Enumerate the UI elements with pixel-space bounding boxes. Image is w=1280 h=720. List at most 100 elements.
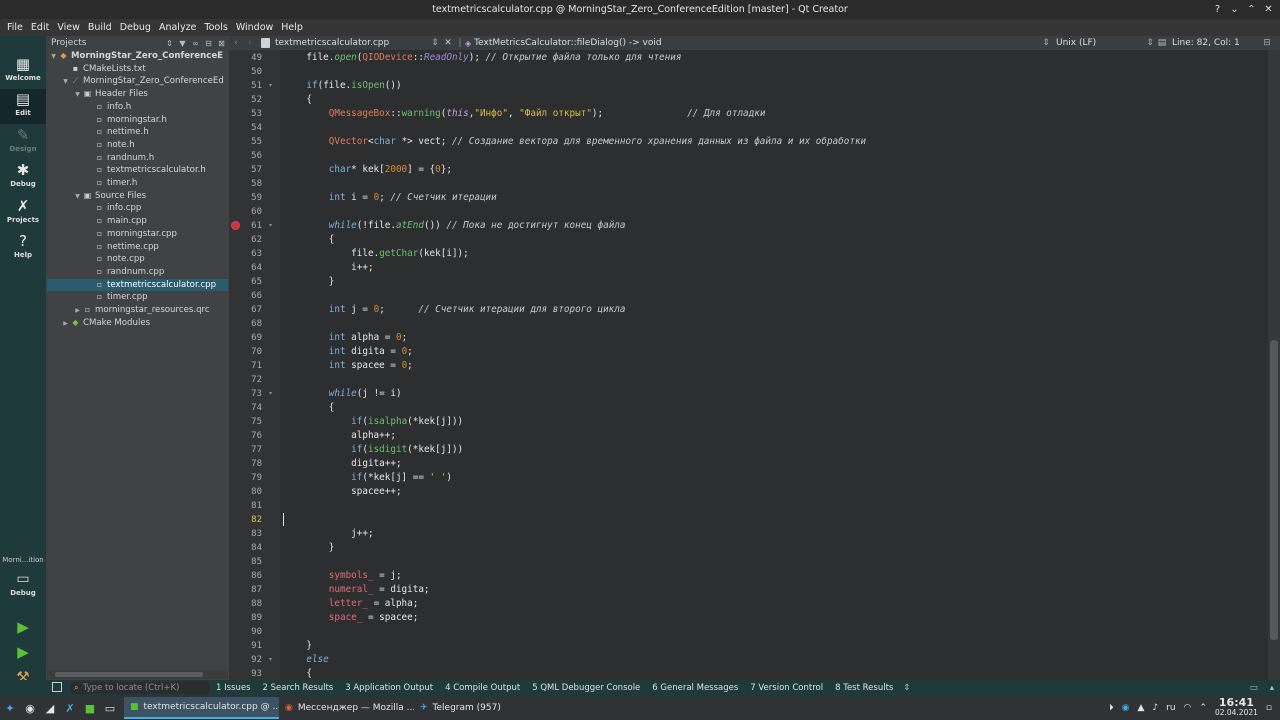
tree-item[interactable]: ▼ ⟋ MorningStar_Zero_ConferenceEd (47, 75, 228, 88)
close-icon[interactable]: ✕ (1262, 0, 1275, 19)
tree-item[interactable]: ▶ ▫ morningstar_resources.qrc (47, 304, 228, 317)
mode-welcome[interactable]: ▦ Welcome (0, 54, 46, 89)
cursor-position[interactable]: Line: 82, Col: 1 (1168, 38, 1261, 48)
chevron-updown-icon[interactable]: ⇕ (1144, 38, 1156, 48)
menu-build[interactable]: Build (84, 22, 116, 33)
bookmark-icon[interactable]: ▤ (1156, 38, 1168, 48)
output-pane-button[interactable]: 1 Issues (210, 683, 257, 693)
output-pane-button[interactable]: 8 Test Results (829, 683, 899, 693)
tree-item[interactable]: ▫ timer.cpp (47, 291, 228, 304)
output-pane-button[interactable]: 2 Search Results (257, 683, 340, 693)
output-pane-button[interactable]: 4 Compile Output (439, 683, 526, 693)
tree-item[interactable]: ▫ randnum.cpp (47, 266, 228, 279)
help-icon[interactable]: ? (1211, 0, 1224, 19)
tree-item[interactable]: ▫ textmetricscalculator.cpp (47, 278, 228, 292)
menu-edit[interactable]: Edit (27, 22, 53, 33)
tree-item[interactable]: ▶ ◆ CMake Modules (47, 317, 228, 330)
fold-marker-icon[interactable]: ▾ (269, 653, 272, 667)
tree-item[interactable]: ▼ ▣ Source Files (47, 190, 228, 203)
filter-icon[interactable]: ▼ (176, 39, 189, 48)
tree-item[interactable]: ▫ randnum.h (47, 152, 228, 165)
taskbar-task[interactable]: ◉ Мессенджер — Mozilla ... (279, 697, 414, 719)
mode-design[interactable]: ✎ Design (0, 125, 46, 160)
tree-item[interactable]: ▫ morningstar.cpp (47, 228, 228, 241)
jetbrains-icon[interactable]: ◢ (40, 702, 60, 715)
tree-item[interactable]: ▫ note.cpp (47, 253, 228, 266)
progress-details-icon[interactable]: ▭ (1250, 683, 1258, 693)
line-number-gutter[interactable]: 49 50 51 ▾ 52 53 54 55 56 57 58 59 60 61 ▾ 62 63 64 65 66 67… (229, 50, 280, 680)
tree-item[interactable]: ▫ main.cpp (47, 215, 228, 228)
open-documents-selector[interactable]: textmetricscalculator.cpp (257, 38, 429, 48)
expand-arrow-icon[interactable]: ▼ (49, 51, 58, 63)
menu-view[interactable]: View (53, 22, 84, 33)
clock[interactable]: 16:41 02.04.2021 (1215, 697, 1258, 718)
media-icon[interactable]: ⏵ (1109, 703, 1114, 713)
tree-item[interactable]: ▫ nettime.cpp (47, 241, 228, 254)
expand-arrow-icon[interactable]: ▶ (61, 318, 70, 330)
qtcreator-icon[interactable]: ■ (80, 702, 100, 715)
menu-help[interactable]: Help (277, 22, 307, 33)
locator-input[interactable]: ⌕ Type to locate (Ctrl+K) (70, 682, 210, 694)
mode-debug[interactable]: ✱ Debug (0, 160, 46, 195)
editor-vertical-scrollbar[interactable] (1268, 50, 1280, 680)
mode-help[interactable]: ? Help (0, 231, 46, 266)
notifications-icon[interactable]: ▲ (1137, 703, 1144, 713)
chevron-updown-icon[interactable]: ⇕ (903, 683, 910, 693)
breakpoint-icon[interactable] (231, 221, 240, 230)
tray-expand-icon[interactable]: ⌃ (1199, 703, 1207, 713)
tree-item[interactable]: ▫ nettime.h (47, 126, 228, 139)
tree-item[interactable]: ▼ ◆ MorningStar_Zero_ConferenceE (47, 50, 228, 63)
tree-item[interactable]: ▫ note.h (47, 139, 228, 152)
run-icon[interactable]: ▶ (14, 618, 32, 636)
chevron-updown-icon[interactable]: ⇕ (429, 38, 441, 48)
fold-marker-icon[interactable]: ▾ (269, 387, 272, 401)
forward-arrow-icon[interactable]: › (243, 38, 257, 48)
output-pane-button[interactable]: 7 Version Control (744, 683, 829, 693)
show-desktop-icon[interactable]: ▫ (1266, 703, 1272, 713)
tree-item[interactable]: ▫ textmetricscalculator.h (47, 164, 228, 177)
tree-item[interactable]: ▫ info.h (47, 101, 228, 114)
expand-arrow-icon[interactable]: ▼ (61, 76, 70, 88)
fold-marker-icon[interactable]: ▾ (269, 219, 272, 233)
projects-view-selector[interactable]: Projects (51, 38, 163, 48)
volume-icon[interactable]: ♪ (1152, 703, 1158, 713)
output-pane-button[interactable]: 3 Application Output (339, 683, 439, 693)
vscode-icon[interactable]: ✗ (60, 702, 80, 715)
expand-arrow-icon[interactable]: ▼ (73, 191, 82, 203)
back-arrow-icon[interactable]: ‹ (229, 38, 243, 48)
minimize-icon[interactable]: ⌄ (1228, 0, 1241, 19)
menu-tools[interactable]: Tools (200, 22, 231, 33)
tree-item[interactable]: ▫ morningstar.h (47, 114, 228, 127)
discord-icon[interactable]: ◉ (20, 702, 40, 715)
output-pane-button[interactable]: 6 General Messages (646, 683, 744, 693)
close-document-icon[interactable]: ✕ (441, 38, 455, 48)
expand-arrow-icon[interactable]: ▼ (73, 89, 82, 101)
toggle-sidebar-icon[interactable] (52, 682, 62, 692)
tree-item[interactable]: ▫ timer.h (47, 177, 228, 190)
line-ending-selector[interactable]: Unix (LF) (1052, 38, 1144, 48)
keyboard-layout-indicator[interactable]: ru (1166, 703, 1175, 713)
menu-window[interactable]: Window (232, 22, 277, 33)
tree-horizontal-scrollbar[interactable] (47, 670, 228, 679)
maximize-icon[interactable]: ⌃ (1245, 0, 1258, 19)
chevron-updown-icon[interactable]: ⇕ (163, 39, 176, 48)
mode-edit[interactable]: ▤ Edit (0, 89, 46, 124)
telegram-tray-icon[interactable]: ◉ (1122, 703, 1130, 713)
taskbar-task[interactable]: ■ textmetricscalculator.cpp @ ... (124, 697, 279, 719)
menu-debug[interactable]: Debug (116, 22, 155, 33)
chevron-updown-icon[interactable]: ⇕ (1040, 38, 1052, 48)
files-icon[interactable]: ▭ (100, 702, 120, 715)
mode-projects[interactable]: ✗ Projects (0, 196, 46, 231)
toggle-progress-icon[interactable]: ▴ (1270, 683, 1274, 693)
close-pane-icon[interactable]: ⊠ (215, 39, 228, 48)
split-editor-icon[interactable]: ⊟ (1261, 38, 1273, 48)
tree-item[interactable]: ▫ info.cpp (47, 202, 228, 215)
split-icon[interactable]: ⊟ (202, 39, 215, 48)
code-editor[interactable]: file.open(QIODevice::ReadOnly); // Откры… (280, 50, 1268, 680)
menu-file[interactable]: File (3, 22, 27, 33)
app-launcher-icon[interactable]: ✦ (0, 702, 20, 715)
wifi-icon[interactable]: ◠ (1184, 703, 1192, 713)
kit-selector[interactable]: ▭ Debug (0, 569, 46, 604)
menu-analyze[interactable]: Analyze (155, 22, 200, 33)
tree-item[interactable]: ▪ CMakeLists.txt (47, 63, 228, 76)
